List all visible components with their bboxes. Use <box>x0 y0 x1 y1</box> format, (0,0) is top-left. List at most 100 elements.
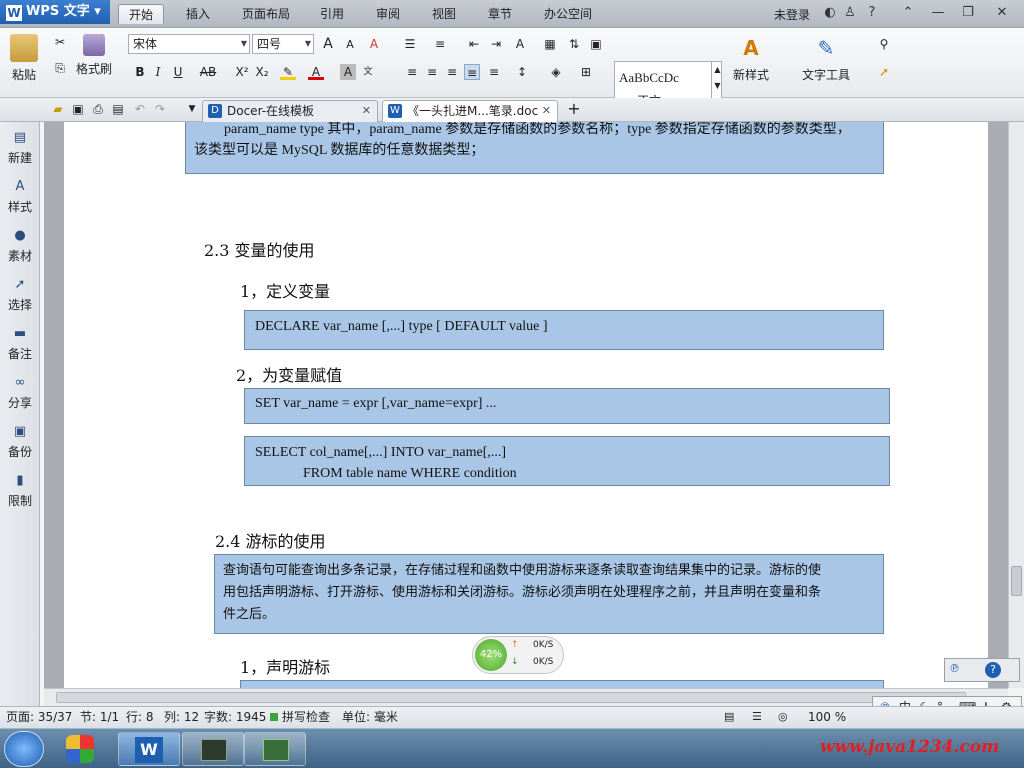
network-speed-widget[interactable]: 42% ↑ 0K/S ↓ 0K/S <box>472 636 564 674</box>
open-folder-icon[interactable]: ▰ <box>50 101 66 117</box>
copy-icon[interactable]: ⎘ <box>52 60 68 76</box>
align-right-icon[interactable]: ≡ <box>444 64 460 80</box>
paste-button[interactable]: 粘贴 <box>8 34 40 83</box>
highlight-icon[interactable]: ✎ <box>280 64 296 80</box>
tab-insert[interactable]: 插入 <box>176 4 220 24</box>
vertical-scrollbar[interactable] <box>1008 122 1024 688</box>
style-preview: AaBbCcDc <box>619 70 679 85</box>
cut-icon[interactable]: ✂ <box>52 34 68 50</box>
select-cursor-icon[interactable]: ➚ <box>876 64 892 80</box>
table-icon[interactable]: ▦ <box>542 36 558 52</box>
shrink-font-icon[interactable]: A <box>342 37 358 53</box>
redo-icon[interactable]: ↷ <box>152 101 168 117</box>
char-shading-icon[interactable]: A <box>340 64 356 80</box>
underline-icon[interactable]: U <box>170 64 186 80</box>
increase-indent-icon[interactable]: ⇥ <box>488 36 504 52</box>
web-view-icon[interactable]: ◎ <box>778 707 788 727</box>
text-tools-button[interactable]: ✎ 文字工具 <box>796 34 856 83</box>
sidebar-item-select[interactable]: ➚ 选择 <box>0 277 40 313</box>
sidebar-item-style[interactable]: A 样式 <box>0 179 40 215</box>
tab-review[interactable]: 审阅 <box>366 4 410 24</box>
skin-icon[interactable]: ◐ <box>822 5 838 21</box>
save-icon[interactable]: ▣ <box>70 101 86 117</box>
close-tab-icon[interactable]: ✕ <box>542 101 551 121</box>
tab-references[interactable]: 引用 <box>310 4 354 24</box>
font-color-icon[interactable]: A <box>308 64 324 80</box>
align-left-icon[interactable]: ≡ <box>404 64 420 80</box>
login-status[interactable]: 未登录 <box>774 6 810 23</box>
sidebar-item-new[interactable]: ▤ 新建 <box>0 130 40 166</box>
taskbar-wps[interactable]: W <box>118 732 180 766</box>
new-style-button[interactable]: A 新样式 <box>728 34 774 83</box>
document-page[interactable]: param_name type 其中，param_name 参数是存储函数的参数… <box>64 122 988 688</box>
tab-office-space[interactable]: 办公空间 <box>534 4 602 24</box>
border-icon[interactable]: ▣ <box>588 36 604 52</box>
bullet-list-icon[interactable]: ☰ <box>402 36 418 52</box>
shirt-icon[interactable]: ♙ <box>842 5 858 21</box>
sidebar-item-material[interactable]: ● 素材 <box>0 228 40 264</box>
print-preview-icon[interactable]: ▤ <box>110 101 126 117</box>
italic-icon[interactable]: I <box>150 64 166 80</box>
superscript-icon[interactable]: X² <box>234 64 250 80</box>
quick-access-menu-icon[interactable]: ▼ <box>184 101 200 117</box>
font-size-select[interactable]: 四号 ▼ <box>252 34 314 54</box>
line-spacing-icon[interactable]: ↕ <box>514 64 530 80</box>
new-tab-icon[interactable]: + <box>566 101 582 117</box>
zoom-level[interactable]: 100 % <box>808 707 846 727</box>
tab-page-layout[interactable]: 页面布局 <box>232 4 300 24</box>
collapse-ribbon-icon[interactable]: ⌃ <box>900 5 916 21</box>
justify-icon[interactable]: ≡ <box>464 64 480 80</box>
ime-p-icon[interactable]: ℗ <box>949 662 965 678</box>
help-icon[interactable]: ? <box>864 5 880 21</box>
taskbar-app-3[interactable] <box>244 732 306 766</box>
restore-icon[interactable]: ❐ <box>960 5 976 21</box>
sort-icon[interactable]: ⇅ <box>566 36 582 52</box>
print-icon[interactable]: ⎙ <box>90 101 106 117</box>
ime-toolbar[interactable]: ℗ ? <box>944 658 1020 682</box>
undo-icon[interactable]: ↶ <box>132 101 148 117</box>
scroll-thumb[interactable] <box>56 692 966 703</box>
find-icon[interactable]: ⚲ <box>876 36 892 52</box>
strikethrough-icon[interactable]: AB <box>198 64 218 80</box>
phonetic-icon[interactable]: 文 <box>360 64 376 80</box>
word-count[interactable]: 字数: 1945 <box>204 707 266 727</box>
shading-icon[interactable]: ◈ <box>548 64 564 80</box>
text-direction-icon[interactable]: A <box>512 36 528 52</box>
align-center-icon[interactable]: ≡ <box>424 64 440 80</box>
subscript-icon[interactable]: X₂ <box>254 64 270 80</box>
scroll-thumb[interactable] <box>1011 566 1022 596</box>
taskbar-app-2[interactable] <box>182 732 244 766</box>
tab-start[interactable]: 开始 <box>118 4 165 24</box>
paragraph-border-icon[interactable]: ⊞ <box>578 64 594 80</box>
sidebar-item-backup[interactable]: ▣ 备份 <box>0 424 40 460</box>
clear-format-icon[interactable]: A <box>366 36 382 52</box>
minimize-icon[interactable]: — <box>930 5 946 21</box>
horizontal-scrollbar[interactable] <box>44 688 1008 706</box>
document-area[interactable]: param_name type 其中，param_name 参数是存储函数的参数… <box>44 122 1008 688</box>
format-painter-button[interactable]: 格式刷 <box>74 34 114 77</box>
start-button[interactable] <box>4 731 44 767</box>
distributed-icon[interactable]: ≡ <box>486 64 502 80</box>
font-name-select[interactable]: 宋体 ▼ <box>128 34 250 54</box>
tab-document[interactable]: W 《一头扎进M...笔录.doc ✕ <box>382 100 558 122</box>
unit-indicator[interactable]: 单位: 毫米 <box>342 707 398 727</box>
sidebar-item-note[interactable]: ▬ 备注 <box>0 326 40 362</box>
grow-font-icon[interactable]: A <box>320 36 336 52</box>
app-launcher-icon[interactable] <box>66 735 94 763</box>
tab-chapter[interactable]: 章节 <box>478 4 522 24</box>
sidebar-item-share[interactable]: ∞ 分享 <box>0 375 40 411</box>
outline-view-icon[interactable]: ☰ <box>752 707 762 727</box>
page-indicator[interactable]: 页面: 35/37 <box>6 707 72 727</box>
tab-docer-templates[interactable]: D Docer-在线模板 ✕ <box>202 100 378 122</box>
ime-help-icon[interactable]: ? <box>985 662 1001 678</box>
sidebar-item-restrict[interactable]: ▮ 限制 <box>0 473 40 509</box>
close-tab-icon[interactable]: ✕ <box>362 101 371 121</box>
bold-icon[interactable]: B <box>132 64 148 80</box>
spellcheck-toggle[interactable]: 拼写检查 <box>282 707 330 727</box>
tab-view[interactable]: 视图 <box>422 4 466 24</box>
numbered-list-icon[interactable]: ≡ <box>432 36 448 52</box>
decrease-indent-icon[interactable]: ⇤ <box>466 36 482 52</box>
page-view-icon[interactable]: ▤ <box>724 707 734 727</box>
wps-app-menu[interactable]: W WPS 文字 ▾ <box>0 0 110 24</box>
close-icon[interactable]: ✕ <box>994 5 1010 21</box>
